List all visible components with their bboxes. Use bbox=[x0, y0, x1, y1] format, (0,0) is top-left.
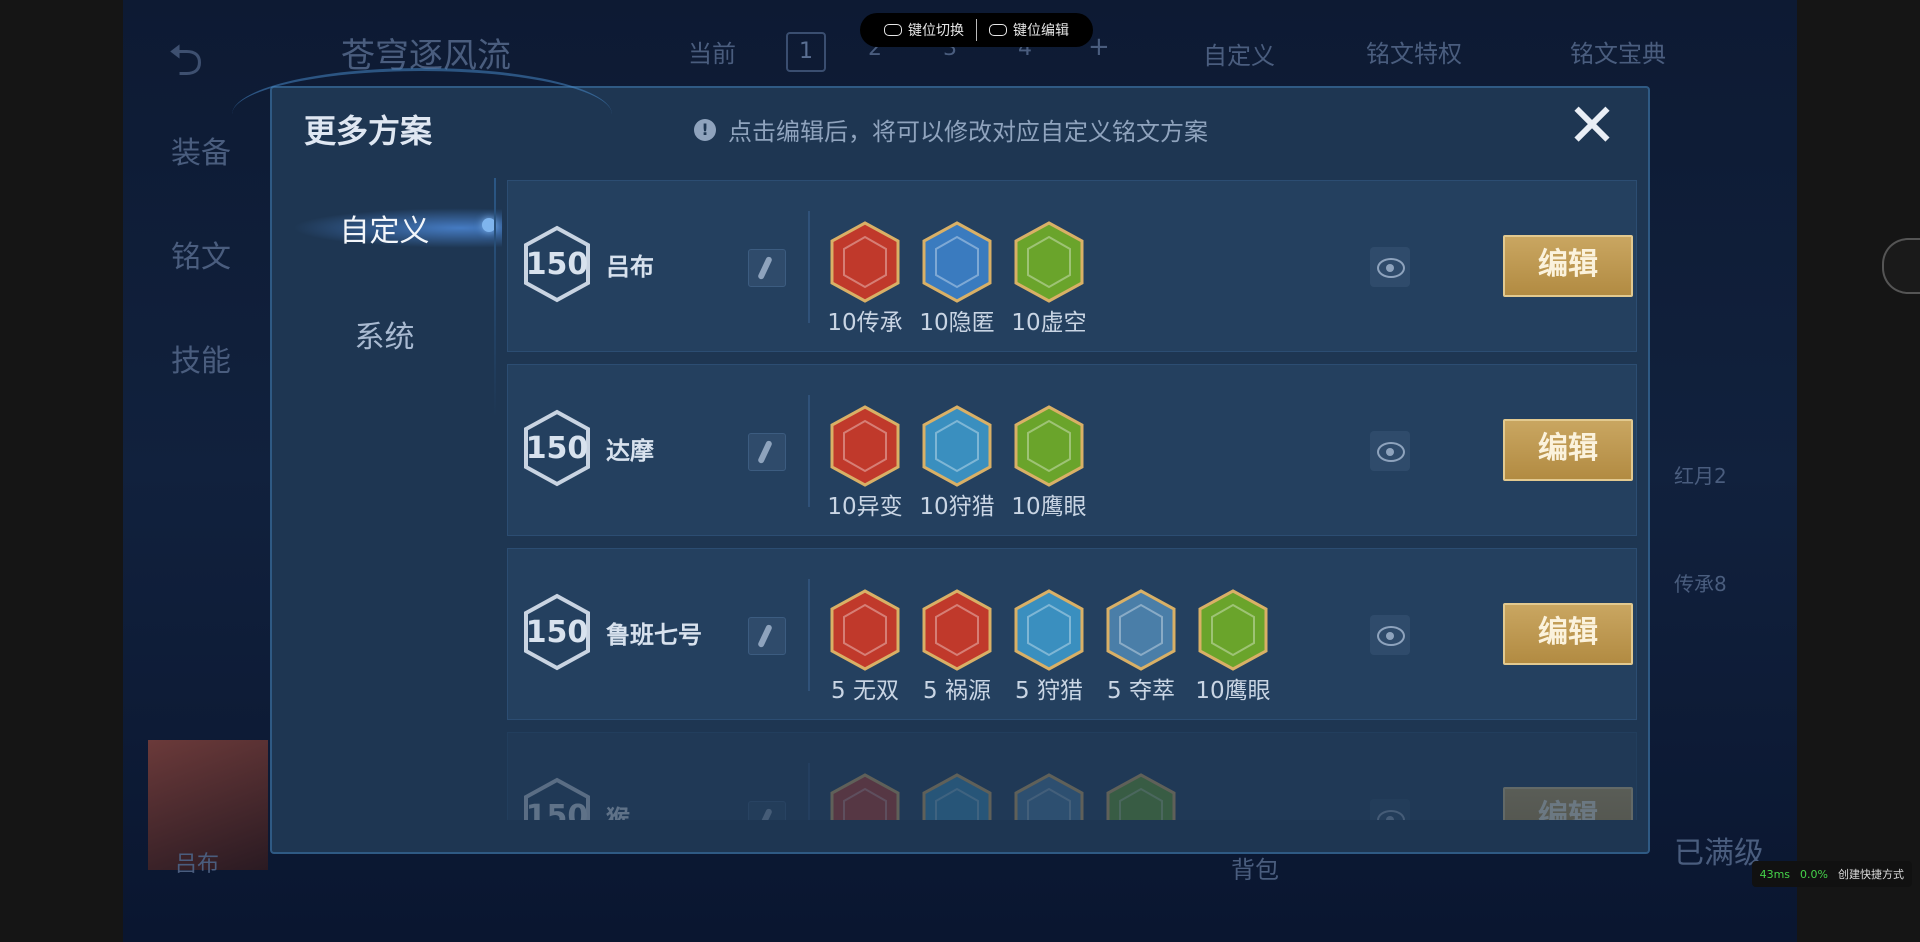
rune-label: 5 祸源 bbox=[923, 678, 991, 704]
bg-nav-rune[interactable]: 铭文 bbox=[171, 232, 231, 276]
floating-side-handle[interactable] bbox=[1882, 238, 1920, 294]
tab-system[interactable]: 系统 bbox=[272, 312, 497, 356]
scheme-list: 150 吕布 10传承 10隐匿 10虚空 编辑 150 达摩 10异变 10狩猎 10鹰眼 编辑 15… bbox=[507, 180, 1637, 820]
eye-pupil bbox=[1386, 816, 1394, 820]
bg-bag[interactable]: 背包 bbox=[1231, 850, 1279, 885]
rename-pen-button[interactable] bbox=[748, 801, 786, 820]
packet-loss-value: 0.0% bbox=[1800, 867, 1828, 881]
rune-icon bbox=[830, 405, 900, 487]
pen-icon bbox=[757, 439, 773, 465]
rune-level: 150 bbox=[525, 247, 589, 282]
scheme-type-nav: 自定义 系统 bbox=[272, 178, 502, 798]
edit-button[interactable]: 编辑 bbox=[1503, 235, 1633, 297]
key-edit-button[interactable]: 键位编辑 bbox=[977, 20, 1081, 40]
tab-custom[interactable]: 自定义 bbox=[272, 206, 497, 250]
rename-pen-button[interactable] bbox=[748, 433, 786, 471]
bg-page-1[interactable]: 1 bbox=[786, 32, 826, 72]
bg-rune-guide[interactable]: 铭文宝典 bbox=[1570, 34, 1666, 69]
pen-icon bbox=[757, 255, 773, 281]
perf-overlay: 43ms 0.0% 创建快捷方式 bbox=[1751, 861, 1912, 887]
row-divider bbox=[808, 763, 810, 820]
gamepad-icon bbox=[884, 24, 902, 36]
bg-rune-red-moon: 红月2 bbox=[1674, 464, 1727, 488]
rune-label: 10狩猎 bbox=[919, 494, 995, 520]
rune-icon bbox=[1014, 589, 1084, 671]
rune-level: 150 bbox=[525, 615, 589, 650]
rune-label: 10隐匿 bbox=[919, 310, 995, 336]
rune-label: 10虚空 bbox=[1011, 310, 1087, 336]
close-button[interactable]: ✕ bbox=[1564, 96, 1620, 156]
rune-icon bbox=[922, 589, 992, 671]
rune-label: 5 狩猎 bbox=[1015, 678, 1083, 704]
rename-pen-button[interactable] bbox=[748, 249, 786, 287]
scheme-row: 150 达摩 10异变 10狩猎 10鹰眼 编辑 bbox=[507, 364, 1637, 536]
keymap-toolbar: 键位切换 键位编辑 bbox=[860, 13, 1093, 47]
bg-rune-privilege[interactable]: 铭文特权 bbox=[1366, 34, 1462, 69]
rune-icon bbox=[830, 589, 900, 671]
rune-icon bbox=[830, 221, 900, 303]
rename-pen-button[interactable] bbox=[748, 617, 786, 655]
create-shortcut-button[interactable]: 创建快捷方式 bbox=[1838, 866, 1904, 882]
rune-label: 5 夺萃 bbox=[1107, 678, 1175, 704]
scheme-hero-name: 达摩 bbox=[606, 437, 654, 465]
eye-pupil bbox=[1386, 448, 1394, 456]
bg-hero-name: 吕布 bbox=[175, 852, 220, 877]
bg-nav-equipment[interactable]: 装备 bbox=[171, 128, 231, 172]
scheme-row: 150 猴 编辑 bbox=[507, 732, 1637, 820]
rune-icon bbox=[1198, 589, 1268, 671]
eye-pupil bbox=[1386, 264, 1394, 272]
rune-icon bbox=[922, 773, 992, 820]
bg-max-level[interactable]: 已满级 bbox=[1674, 828, 1764, 872]
eye-pupil bbox=[1386, 632, 1394, 640]
scheme-row: 150 鲁班七号 5 无双 5 祸源 5 狩猎 5 夺萃 10鹰眼 编辑 bbox=[507, 548, 1637, 720]
rune-level: 150 bbox=[525, 799, 589, 820]
preview-eye-button[interactable] bbox=[1370, 431, 1410, 471]
key-edit-label: 键位编辑 bbox=[1013, 23, 1069, 39]
scheme-hero-name: 猴 bbox=[606, 805, 630, 820]
scheme-row: 150 吕布 10传承 10隐匿 10虚空 编辑 bbox=[507, 180, 1637, 352]
rune-label: 10异变 bbox=[827, 494, 903, 520]
rune-icon bbox=[922, 221, 992, 303]
scheme-hero-name: 鲁班七号 bbox=[606, 621, 702, 649]
rune-icon bbox=[1106, 773, 1176, 820]
gamepad-icon bbox=[989, 24, 1007, 36]
rune-label: 10鹰眼 bbox=[1011, 494, 1087, 520]
edit-button[interactable]: 编辑 bbox=[1503, 419, 1633, 481]
modal-tip-text: 点击编辑后，将可以修改对应自定义铭文方案 bbox=[728, 118, 1208, 146]
modal-tip: ! 点击编辑后，将可以修改对应自定义铭文方案 bbox=[694, 112, 1208, 147]
rune-label: 10传承 bbox=[827, 310, 903, 336]
pen-icon bbox=[757, 807, 773, 820]
row-divider bbox=[808, 211, 810, 323]
bg-rune-inherit: 传承8 bbox=[1674, 572, 1727, 596]
more-schemes-modal: 更多方案 ! 点击编辑后，将可以修改对应自定义铭文方案 ✕ 自定义 系统 150… bbox=[232, 68, 1650, 854]
preview-eye-button[interactable] bbox=[1370, 615, 1410, 655]
key-switch-label: 键位切换 bbox=[908, 23, 964, 39]
key-switch-button[interactable]: 键位切换 bbox=[872, 20, 976, 40]
modal-title: 更多方案 bbox=[304, 112, 433, 150]
rune-icon bbox=[1106, 589, 1176, 671]
pen-icon bbox=[757, 623, 773, 649]
rune-label: 10鹰眼 bbox=[1195, 678, 1271, 704]
bg-nav-skill[interactable]: 技能 bbox=[171, 336, 231, 380]
preview-eye-button[interactable] bbox=[1370, 247, 1410, 287]
edit-button[interactable]: 编辑 bbox=[1503, 603, 1633, 665]
bg-custom-tab[interactable]: 自定义 bbox=[1203, 36, 1275, 71]
rune-icon bbox=[1014, 405, 1084, 487]
rune-label: 5 无双 bbox=[831, 678, 899, 704]
latency-value: 43ms bbox=[1759, 867, 1791, 881]
scheme-hero-name: 吕布 bbox=[606, 253, 654, 281]
edit-button[interactable]: 编辑 bbox=[1503, 787, 1633, 820]
preview-eye-button[interactable] bbox=[1370, 799, 1410, 820]
rune-icon bbox=[1014, 773, 1084, 820]
rune-icon bbox=[922, 405, 992, 487]
modal-header: 更多方案 ! 点击编辑后，将可以修改对应自定义铭文方案 ✕ bbox=[272, 88, 1648, 168]
rune-level: 150 bbox=[525, 431, 589, 466]
rune-icon bbox=[830, 773, 900, 820]
bg-current-label: 当前 bbox=[688, 40, 736, 68]
back-arrow-icon[interactable]: ⮌ bbox=[168, 28, 203, 103]
rune-icon bbox=[1014, 221, 1084, 303]
info-icon: ! bbox=[694, 118, 716, 141]
row-divider bbox=[808, 395, 810, 507]
row-divider bbox=[808, 579, 810, 691]
